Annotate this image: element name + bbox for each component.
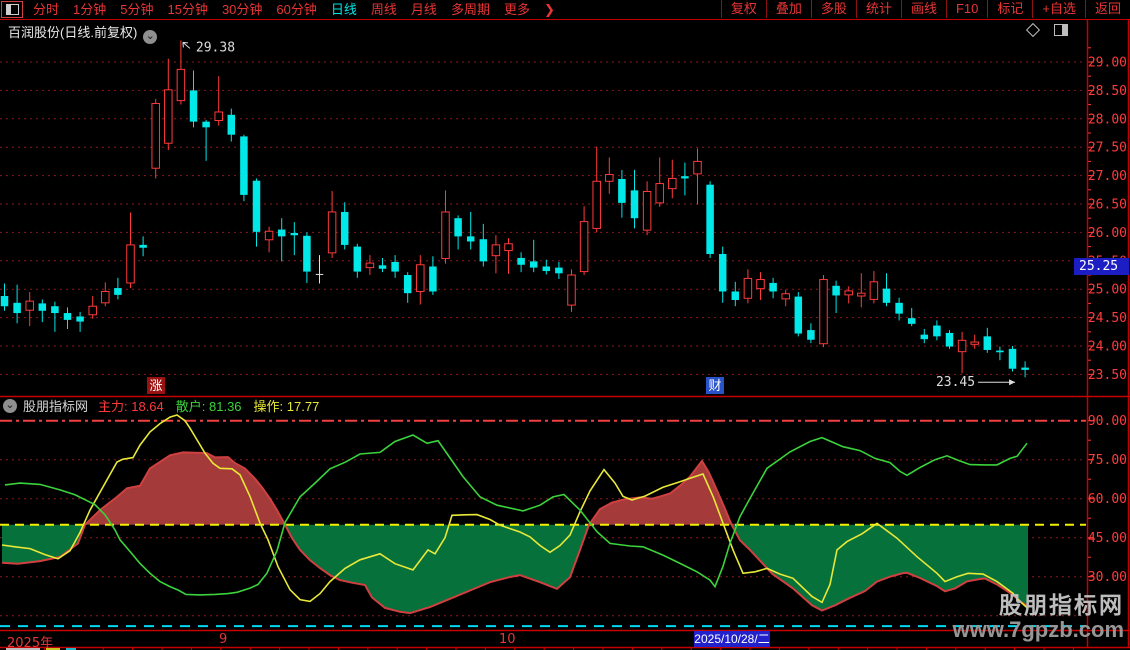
split-glyph <box>5 4 19 15</box>
period-menu: 分时 1分钟 5分钟 15分钟 30分钟 60分钟 日线 周线 月线 多周期 更多 <box>26 1 537 19</box>
menu-item-更多[interactable]: 更多 <box>497 1 537 19</box>
top-menu-bar: 分时 1分钟 5分钟 15分钟 30分钟 60分钟 日线 周线 月线 多周期 更多 ❯ 复权 叠加 多股… <box>0 0 1130 20</box>
menu-item-月线[interactable]: 月线 <box>404 1 444 19</box>
indicator-values: 主力: 18.64 散户: 81.36 操作: 17.77 <box>98 396 331 416</box>
fill-above-mid <box>2 452 1028 525</box>
watermark-url: www.7gpzb.com <box>952 617 1124 642</box>
watermark: 股朋指标网 www.7gpzb.com <box>952 594 1124 641</box>
price-tick-label: 24.50 <box>1088 311 1127 326</box>
stock-title: 百润股份(日线.前复权) ⌄ <box>8 22 158 44</box>
watermark-site-name: 股朋指标网 <box>999 592 1124 618</box>
price-tick-label: 24.00 <box>1088 340 1127 355</box>
menu-item-统计[interactable]: 统计 <box>855 0 901 18</box>
menu-item-15分钟[interactable]: 15分钟 <box>160 1 214 19</box>
selected-date-tag: 2025/10/28/二 <box>694 631 770 647</box>
menu-item-叠加[interactable]: 叠加 <box>765 0 811 18</box>
chevron-down-icon[interactable]: ⌄ <box>143 30 158 44</box>
diamond-marker-icon[interactable] <box>1025 22 1041 38</box>
indicator-header: ⌄ 股朋指标网 主力: 18.64 散户: 81.36 操作: 17.77 <box>0 397 331 414</box>
fill-below-mid <box>2 524 1028 614</box>
price-tick-label: 28.00 <box>1088 112 1127 127</box>
menu-item-多周期[interactable]: 多周期 <box>444 1 497 19</box>
price-tick-label: 27.50 <box>1088 141 1127 156</box>
indicator-field-主力: 主力: 18.64 <box>98 398 164 414</box>
menu-item-5分钟[interactable]: 5分钟 <box>113 1 160 19</box>
menu-item-复权[interactable]: 复权 <box>720 0 766 18</box>
chevron-down-icon[interactable]: ⌄ <box>3 398 17 413</box>
event-badge-cai[interactable]: 财 <box>706 377 724 394</box>
last-price-tag: 25.25 <box>1074 258 1129 275</box>
menu-item-日线[interactable]: 日线 <box>324 1 364 19</box>
price-tick-label: 28.50 <box>1088 84 1127 99</box>
menu-item-返回[interactable]: 返回 <box>1084 0 1130 18</box>
layout-split-icon[interactable] <box>1 1 23 18</box>
high-annotation: 29.38 <box>196 40 235 55</box>
indicator-field-操作: 操作: 17.77 <box>253 398 320 414</box>
high-arrow <box>182 41 191 49</box>
tools-menu: 复权 叠加 多股 统计 画线 F10 标记 +自选 返回 <box>720 0 1130 18</box>
menu-item-标记[interactable]: 标记 <box>987 0 1032 18</box>
indicator-tick-label: 45.00 <box>1088 531 1127 546</box>
price-tick-label: 26.00 <box>1088 226 1127 241</box>
date-label: 10 <box>499 632 516 647</box>
menu-item-分时[interactable]: 分时 <box>26 1 66 19</box>
indicator-source-label: 股朋指标网 <box>23 399 89 414</box>
low-annotation: 23.45 <box>936 375 975 390</box>
date-label: 9 <box>219 632 228 647</box>
indicator-tick-label: 30.00 <box>1088 570 1127 585</box>
pane-split-icon[interactable] <box>1054 24 1068 36</box>
menu-item-F10[interactable]: F10 <box>945 0 987 18</box>
price-tick-label: 27.00 <box>1088 169 1127 184</box>
candlestick-series[interactable] <box>0 40 1029 378</box>
menu-item-30分钟[interactable]: 30分钟 <box>215 1 269 19</box>
indicator-tick-label: 60.00 <box>1088 492 1127 507</box>
indicator-tick-label: 90.00 <box>1088 414 1127 429</box>
price-tick-label: 25.00 <box>1088 283 1127 298</box>
menu-item-多股[interactable]: 多股 <box>810 0 856 18</box>
price-tick-label: 23.50 <box>1088 368 1127 383</box>
event-badge-zhang[interactable]: 涨 <box>147 377 165 394</box>
indicator-field-散户: 散户: 81.36 <box>175 398 242 414</box>
menu-item-60分钟[interactable]: 60分钟 <box>269 1 323 19</box>
menu-item-周线[interactable]: 周线 <box>364 1 404 19</box>
price-tick-label: 26.50 <box>1088 198 1127 213</box>
menu-item-+自选[interactable]: +自选 <box>1032 0 1085 18</box>
trading-app-window: 分时 1分钟 5分钟 15分钟 30分钟 60分钟 日线 周线 月线 多周期 更多 ❯ 复权 叠加 多股… <box>0 0 1130 650</box>
menu-item-画线[interactable]: 画线 <box>900 0 946 18</box>
chart-canvas[interactable]: 29.0028.5028.0027.5027.0026.5026.0025.50… <box>0 0 1130 650</box>
price-tick-label: 29.00 <box>1088 56 1127 71</box>
indicator-tick-label: 75.00 <box>1088 453 1127 468</box>
title-bar: 百润股份(日线.前复权) ⌄ <box>0 19 1130 44</box>
menu-item-1分钟[interactable]: 1分钟 <box>66 1 113 19</box>
menu-overflow-arrow[interactable]: ❯ <box>537 1 562 19</box>
